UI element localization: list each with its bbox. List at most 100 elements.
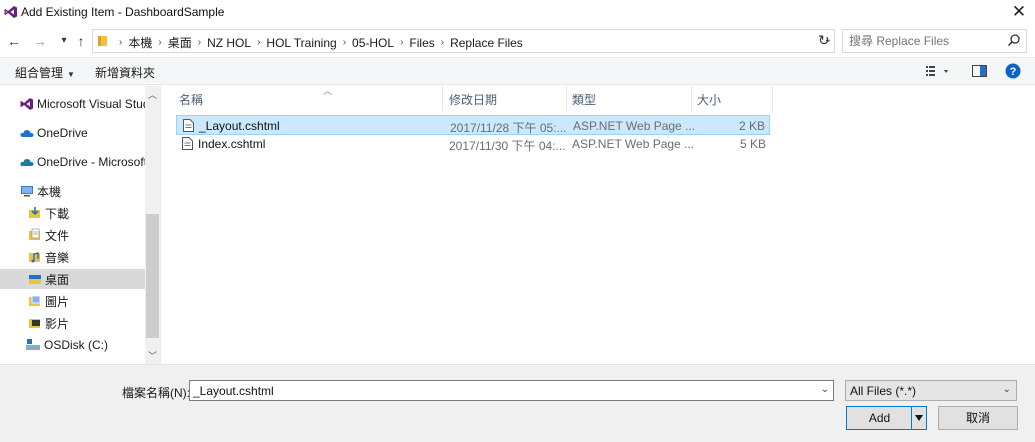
preview-pane-icon[interactable] bbox=[971, 63, 989, 79]
up-button[interactable]: ↑ bbox=[73, 31, 89, 51]
file-type-filter[interactable]: All Files (*.*) ⌄ bbox=[845, 380, 1017, 401]
breadcrumb-separator[interactable]: › bbox=[441, 37, 444, 48]
chevron-down-icon[interactable]: ﹀ bbox=[148, 349, 157, 362]
file-size: 2 KB bbox=[738, 119, 765, 133]
close-button[interactable]: ✕ bbox=[1009, 2, 1029, 22]
filename-label: 檔案名稱(N): bbox=[122, 386, 190, 400]
column-header-size[interactable]: 大小 bbox=[697, 86, 773, 111]
sidebar-item-documents[interactable]: 文件 bbox=[28, 225, 69, 245]
organize-menu[interactable]: 組合管理 ▼ bbox=[15, 64, 75, 81]
file-icon bbox=[182, 137, 193, 150]
breadcrumb-separator[interactable]: › bbox=[257, 37, 260, 48]
visual-studio-icon bbox=[4, 6, 17, 18]
file-size: 5 KB bbox=[739, 137, 766, 151]
chevron-down-icon[interactable]: ⌄ bbox=[821, 384, 829, 395]
breadcrumb-item[interactable]: 05-HOL bbox=[352, 36, 394, 50]
chevron-down-icon: ⌄ bbox=[1002, 384, 1011, 395]
folder-icon bbox=[98, 36, 107, 46]
sidebar-item-label: 圖片 bbox=[45, 294, 70, 309]
sidebar-item-videos[interactable]: 影片 bbox=[28, 313, 69, 333]
sidebar-item-downloads[interactable]: 下載 bbox=[28, 203, 69, 223]
breadcrumb-separator[interactable]: › bbox=[343, 37, 346, 48]
help-icon[interactable]: ? bbox=[1005, 63, 1021, 79]
sidebar-item-pictures[interactable]: 圖片 bbox=[28, 291, 69, 311]
new-folder-button[interactable]: 新增資料夾 bbox=[95, 64, 155, 81]
sidebar-item-label: 音樂 bbox=[45, 250, 70, 265]
file-icon bbox=[183, 119, 194, 132]
file-type: ASP.NET Web Page ... bbox=[572, 137, 695, 151]
filename-input[interactable] bbox=[193, 383, 813, 398]
file-name: _Layout.cshtml bbox=[199, 119, 280, 133]
filename-combobox[interactable]: ⌄ bbox=[189, 380, 834, 401]
sidebar-item-label: 本機 bbox=[37, 184, 62, 199]
music-icon bbox=[29, 252, 40, 263]
recent-locations-button[interactable]: ▾ bbox=[56, 31, 72, 51]
forward-button[interactable]: → bbox=[32, 31, 48, 51]
cancel-button[interactable]: 取消 bbox=[938, 406, 1018, 430]
search-box[interactable] bbox=[842, 29, 1027, 53]
address-row: ← → ▾ ↑ › 本機 › 桌面 › NZ HOL › HOL Trainin… bbox=[0, 27, 1035, 55]
caret-down-icon bbox=[915, 415, 923, 421]
sidebar-item-music[interactable]: 音樂 bbox=[28, 247, 69, 267]
breadcrumb-item[interactable]: 本機 bbox=[128, 34, 152, 51]
navigation-pane: Microsoft Visual Studio OneDrive OneDriv… bbox=[0, 86, 160, 364]
file-row[interactable]: Index.cshtml 2017/11/30 下午 04:... ASP.NE… bbox=[176, 134, 770, 154]
file-name: Index.cshtml bbox=[198, 137, 266, 151]
file-row[interactable]: _Layout.cshtml 2017/11/28 下午 05:... ASP.… bbox=[176, 115, 770, 135]
sidebar-item-desktop[interactable]: 桌面 bbox=[0, 269, 145, 289]
sidebar-item-this-pc[interactable]: 本機 bbox=[20, 181, 61, 201]
breadcrumb-item[interactable]: HOL Training bbox=[266, 36, 336, 50]
chevron-up-icon[interactable]: ︿ bbox=[148, 88, 157, 101]
add-button[interactable]: Add bbox=[846, 406, 927, 430]
computer-icon bbox=[21, 186, 33, 197]
column-header-date[interactable]: 修改日期 bbox=[449, 86, 567, 111]
file-list: ︿ 名稱 修改日期 類型 大小 _Layout.cshtml 2017/11/2… bbox=[160, 86, 1035, 364]
breadcrumb-separator[interactable]: › bbox=[198, 37, 201, 48]
add-button-label: Add bbox=[868, 411, 891, 425]
visual-studio-icon bbox=[20, 98, 33, 110]
cloud-icon bbox=[20, 130, 34, 137]
sidebar-item-onedrive[interactable]: OneDrive bbox=[20, 123, 88, 143]
sidebar-item-label: 桌面 bbox=[45, 272, 70, 287]
refresh-button[interactable]: ↻ bbox=[818, 32, 830, 49]
sidebar-item-label: OneDrive - Microsoft bbox=[37, 155, 148, 169]
sidebar-item-osdisk[interactable]: OSDisk (C:) bbox=[25, 335, 108, 355]
desktop-icon bbox=[29, 275, 41, 284]
sidebar-item-label: OneDrive bbox=[37, 126, 88, 140]
breadcrumb-separator[interactable]: › bbox=[400, 37, 403, 48]
breadcrumb-item[interactable]: 桌面 bbox=[168, 34, 192, 51]
column-header-label: 類型 bbox=[572, 93, 597, 107]
column-header-name[interactable]: ︿ 名稱 bbox=[179, 86, 443, 111]
column-header-label: 名稱 bbox=[179, 93, 204, 107]
breadcrumb-item[interactable]: Files bbox=[409, 36, 434, 50]
file-type: ASP.NET Web Page ... bbox=[573, 119, 696, 133]
column-header-label: 修改日期 bbox=[449, 93, 498, 107]
change-view-icon[interactable] bbox=[925, 63, 951, 79]
cloud-icon bbox=[20, 159, 34, 167]
documents-icon bbox=[29, 228, 40, 240]
address-bar[interactable]: › 本機 › 桌面 › NZ HOL › HOL Training › 05-H… bbox=[92, 29, 835, 53]
sidebar-item-visual-studio[interactable]: Microsoft Visual Studio bbox=[20, 94, 159, 114]
navigation-scrollbar[interactable]: ︿ ﹀ bbox=[145, 86, 160, 364]
add-options-dropdown[interactable] bbox=[911, 407, 926, 429]
breadcrumb-separator[interactable]: › bbox=[158, 37, 161, 48]
file-type-filter-value: All Files (*.*) bbox=[850, 384, 917, 398]
breadcrumb: › 本機 › 桌面 › NZ HOL › HOL Training › 05-H… bbox=[113, 34, 523, 51]
sidebar-item-label: Microsoft Visual Studio bbox=[37, 97, 159, 111]
breadcrumb-item[interactable]: NZ HOL bbox=[207, 36, 251, 50]
column-header-type[interactable]: 類型 bbox=[572, 86, 692, 111]
command-bar: 組合管理 ▼ 新增資料夾 ? bbox=[0, 57, 1035, 85]
scrollbar-thumb[interactable] bbox=[146, 214, 159, 338]
back-button[interactable]: ← bbox=[6, 31, 22, 51]
breadcrumb-separator: › bbox=[119, 37, 123, 48]
window-title: Add Existing Item - DashboardSample bbox=[21, 5, 225, 19]
search-input[interactable] bbox=[849, 33, 999, 49]
search-icon bbox=[1007, 34, 1020, 47]
downloads-icon bbox=[29, 207, 40, 218]
chevron-down-icon: ▼ bbox=[67, 70, 75, 79]
file-date: 2017/11/30 下午 04:... bbox=[449, 139, 566, 153]
sidebar-item-onedrive-microsoft[interactable]: OneDrive - Microsoft bbox=[20, 152, 147, 172]
sidebar-item-label: 影片 bbox=[45, 316, 70, 331]
drive-icon bbox=[26, 339, 40, 350]
breadcrumb-item[interactable]: Replace Files bbox=[450, 36, 523, 50]
